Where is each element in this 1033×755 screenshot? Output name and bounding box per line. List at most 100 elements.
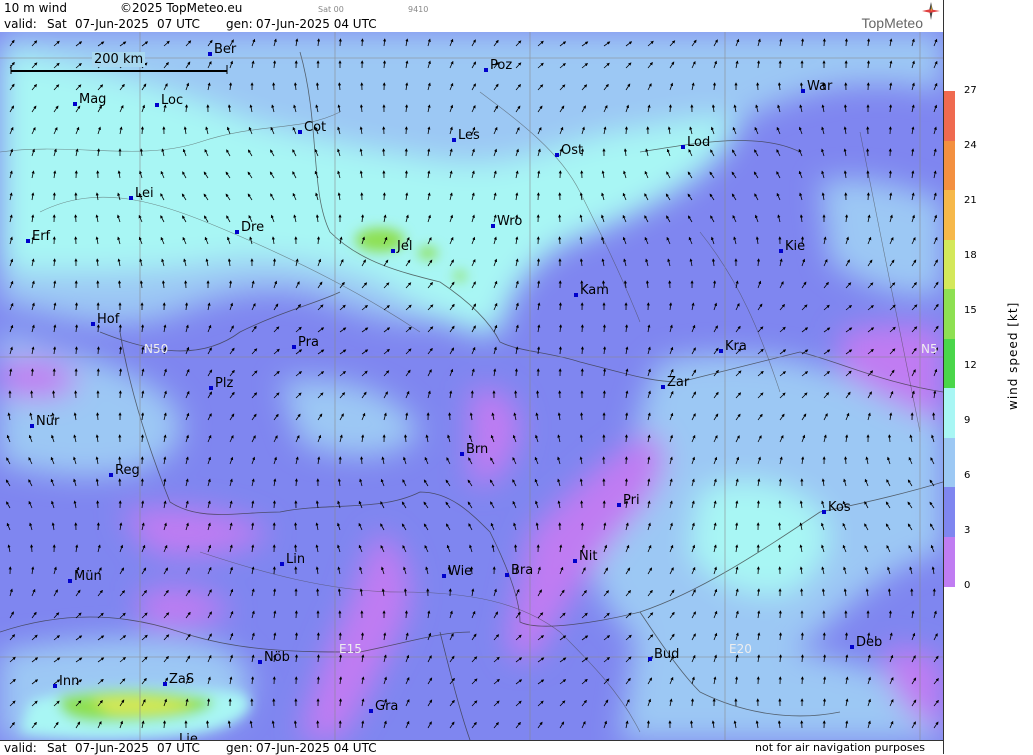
city-label: Hof xyxy=(93,312,119,327)
city-name: Kra xyxy=(725,339,747,354)
city-label: Lin xyxy=(282,552,305,567)
topmeteo-logo: TopMeteo xyxy=(862,15,923,31)
city-label: Kra xyxy=(721,339,747,354)
wind-arrow xyxy=(582,325,583,332)
colorbar-segment xyxy=(944,487,955,537)
city-name: Brn xyxy=(466,442,488,457)
city-label: Pri xyxy=(619,493,640,508)
city-marker xyxy=(280,562,284,566)
city-marker xyxy=(648,657,652,661)
city-marker xyxy=(209,386,213,390)
grid-label-e15: E15 xyxy=(339,642,362,656)
colorbar-tick-label: 3 xyxy=(964,525,970,536)
wind-arrow xyxy=(54,193,55,200)
city-name: Jel xyxy=(397,239,412,254)
wind-arrow xyxy=(758,567,759,574)
city-marker xyxy=(452,138,456,142)
wind-arrow xyxy=(450,413,451,420)
city-name: Mag xyxy=(79,92,106,107)
scale-bar-label: 200 km xyxy=(92,52,145,67)
city-label: Inn xyxy=(55,674,79,689)
compass-icon xyxy=(922,2,940,20)
city-label: Cot xyxy=(300,120,326,135)
city-label: Nöb xyxy=(260,650,290,665)
city-name: Dre xyxy=(241,220,264,235)
wind-arrow xyxy=(582,501,583,508)
city-label: Nür xyxy=(32,414,59,429)
sat-label: Sat 00 xyxy=(318,5,344,14)
city-label: Plz xyxy=(211,376,233,391)
city-marker xyxy=(822,510,826,514)
wind-arrow xyxy=(32,391,33,398)
wind-arrow xyxy=(318,677,319,684)
wind-map[interactable]: N50 N5 E15 E20 200 km BerPozWarMagLocCot… xyxy=(0,32,943,740)
city-label: Kos xyxy=(824,500,851,515)
wind-arrow xyxy=(538,193,539,200)
city-marker xyxy=(258,660,262,664)
colorbar-segment xyxy=(944,289,955,339)
city-name: Wro xyxy=(497,214,522,229)
city-name: Gra xyxy=(375,699,398,714)
city-label: Les xyxy=(454,128,480,143)
code-label: 9410 xyxy=(408,5,428,14)
footer-valid-label: valid: xyxy=(4,741,37,755)
city-label: Wie xyxy=(444,564,472,579)
disclaimer: not for air navigation purposes xyxy=(755,741,925,754)
city-marker xyxy=(208,52,212,56)
map-footer: valid: Sat 07-Jun-2025 07 UTC gen: 07-Ju… xyxy=(0,740,943,755)
city-label: Wro xyxy=(493,214,522,229)
city-marker xyxy=(369,709,373,713)
city-name: Ost xyxy=(561,143,583,158)
wind-arrow xyxy=(758,83,759,90)
wind-arrow xyxy=(802,589,803,596)
city-name: Lie xyxy=(179,732,198,740)
wind-arrow xyxy=(934,413,935,420)
city-name: Erf xyxy=(32,229,50,244)
colorbar-tick-label: 21 xyxy=(964,195,977,206)
city-marker xyxy=(73,102,77,106)
city-name: Bra xyxy=(511,563,533,578)
city-name: Kos xyxy=(828,500,851,515)
city-marker xyxy=(68,579,72,583)
city-name: Ber xyxy=(214,42,236,57)
city-label: Reg xyxy=(111,463,140,478)
city-marker xyxy=(484,68,488,72)
city-marker xyxy=(163,682,167,686)
city-label: ZaS xyxy=(165,672,194,687)
wind-arrow xyxy=(98,523,99,530)
city-marker xyxy=(109,473,113,477)
wind-arrow xyxy=(802,633,803,640)
gen-label: gen: xyxy=(226,17,253,31)
colorbar xyxy=(944,91,955,586)
wind-arrow xyxy=(274,83,275,90)
valid-day: Sat xyxy=(47,17,67,31)
city-label: Lod xyxy=(683,135,710,150)
city-name: Nür xyxy=(36,414,59,429)
city-marker xyxy=(129,196,133,200)
wind-arrow xyxy=(890,127,891,134)
wind-arrow xyxy=(76,215,77,222)
wind-arrow xyxy=(560,237,561,244)
city-name: Plz xyxy=(215,376,233,391)
city-label: Kie xyxy=(781,239,805,254)
wind-arrow xyxy=(868,193,869,200)
wind-arrow xyxy=(318,633,319,640)
city-marker xyxy=(235,230,239,234)
wind-arrow xyxy=(384,193,385,200)
wind-arrow xyxy=(516,391,517,398)
city-label: Lei xyxy=(131,186,154,201)
colorbar-segment xyxy=(944,537,955,587)
city-name: Zar xyxy=(667,375,689,390)
city-marker xyxy=(505,573,509,577)
footer-valid-time: 07 UTC xyxy=(157,741,200,755)
footer-valid-date: 07-Jun-2025 xyxy=(75,741,149,755)
valid-label: valid: xyxy=(4,17,37,31)
wind-arrow xyxy=(780,611,781,618)
city-marker xyxy=(491,224,495,228)
valid-time: 07 UTC xyxy=(157,17,200,31)
wind-arrow xyxy=(384,149,385,156)
city-name: Pra xyxy=(298,335,319,350)
map-header: 10 m wind ©2025 TopMeteo.eu Sat 00 9410 … xyxy=(0,0,943,33)
city-label: Bud xyxy=(650,647,679,662)
city-label: Ost xyxy=(557,143,583,158)
